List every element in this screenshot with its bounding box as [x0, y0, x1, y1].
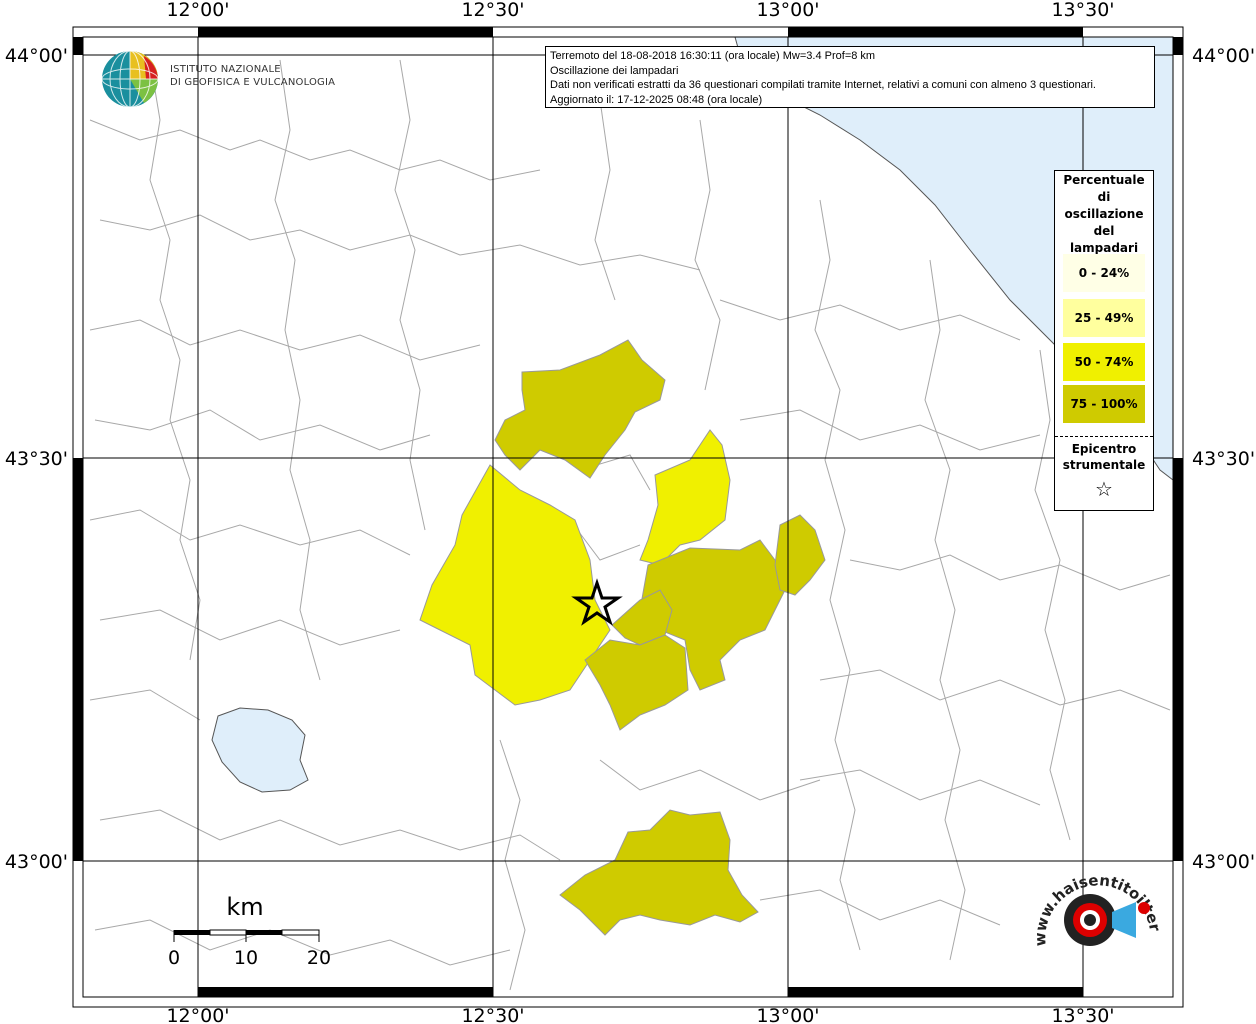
map-legend: Percentuale di oscillazione del lampadar… [1054, 170, 1154, 511]
info-line-2: Oscillazione dei lampadari [550, 64, 679, 77]
legend-title-line: del [1093, 224, 1115, 238]
info-line-4: Aggiornato il: 17-12-2025 08:48 (ora loc… [550, 93, 763, 106]
legend-title-line: di [1097, 190, 1111, 204]
scale-unit: km [226, 893, 263, 921]
epicenter-label-line: Epicentro [1071, 442, 1137, 456]
lon-label-bottom-4: 13°30' [1051, 1005, 1114, 1024]
scale-tick-0: 0 [168, 947, 180, 969]
legend-item-50-74: 50 - 74% [1063, 343, 1145, 381]
ingv-line-2: DI GEOFISICA E VULCANOLOGIA [170, 77, 336, 88]
info-line-3: Dati non verificati estratti da 36 quest… [550, 79, 1096, 91]
lon-label-top-1: 12°00' [166, 0, 229, 21]
lat-label-left-1: 44°00' [5, 45, 68, 67]
lon-label-bottom-2: 12°30' [461, 1005, 524, 1024]
legend-epicenter-label: Epicentro strumentale [1055, 441, 1153, 473]
lon-label-top-2: 12°30' [461, 0, 524, 21]
legend-title-line: Percentuale [1063, 173, 1145, 187]
legend-separator [1055, 436, 1153, 437]
epicenter-label-line: strumentale [1062, 458, 1146, 472]
lat-label-right-3: 43°00' [1192, 851, 1255, 873]
legend-item-25-49: 25 - 49% [1063, 299, 1145, 337]
legend-title-line: oscillazione [1064, 207, 1144, 221]
legend-title: Percentuale di oscillazione del lampadar… [1055, 171, 1153, 257]
ingv-logo-text: ISTITUTO NAZIONALE DI GEOFISICA E VULCAN… [170, 63, 335, 89]
hai-sentito-logo-icon: www.haisentitoilterremoto.it [1032, 868, 1162, 946]
lon-label-top-4: 13°30' [1051, 0, 1114, 21]
scale-tick-20: 20 [307, 947, 331, 969]
legend-star-icon: ☆ [1095, 477, 1113, 501]
lon-label-top-3: 13°00' [756, 0, 819, 21]
legend-item-75-100: 75 - 100% [1063, 385, 1145, 423]
lon-label-bottom-3: 13°00' [756, 1005, 819, 1024]
scale-tick-10: 10 [234, 947, 258, 969]
info-line-1: Terremoto del 18-08-2018 16:30:11 (ora l… [550, 50, 876, 62]
lat-label-right-2: 43°30' [1192, 448, 1255, 470]
legend-item-0-24: 0 - 24% [1063, 254, 1145, 292]
ingv-line-1: ISTITUTO NAZIONALE [170, 64, 281, 75]
lat-label-left-3: 43°00' [5, 851, 68, 873]
earthquake-info-box: Terremoto del 18-08-2018 16:30:11 (ora l… [545, 46, 1155, 108]
ingv-globe-icon [101, 50, 159, 108]
lat-label-left-2: 43°30' [5, 448, 68, 470]
lat-label-right-1: 44°00' [1192, 45, 1255, 67]
lon-label-bottom-1: 12°00' [166, 1005, 229, 1024]
